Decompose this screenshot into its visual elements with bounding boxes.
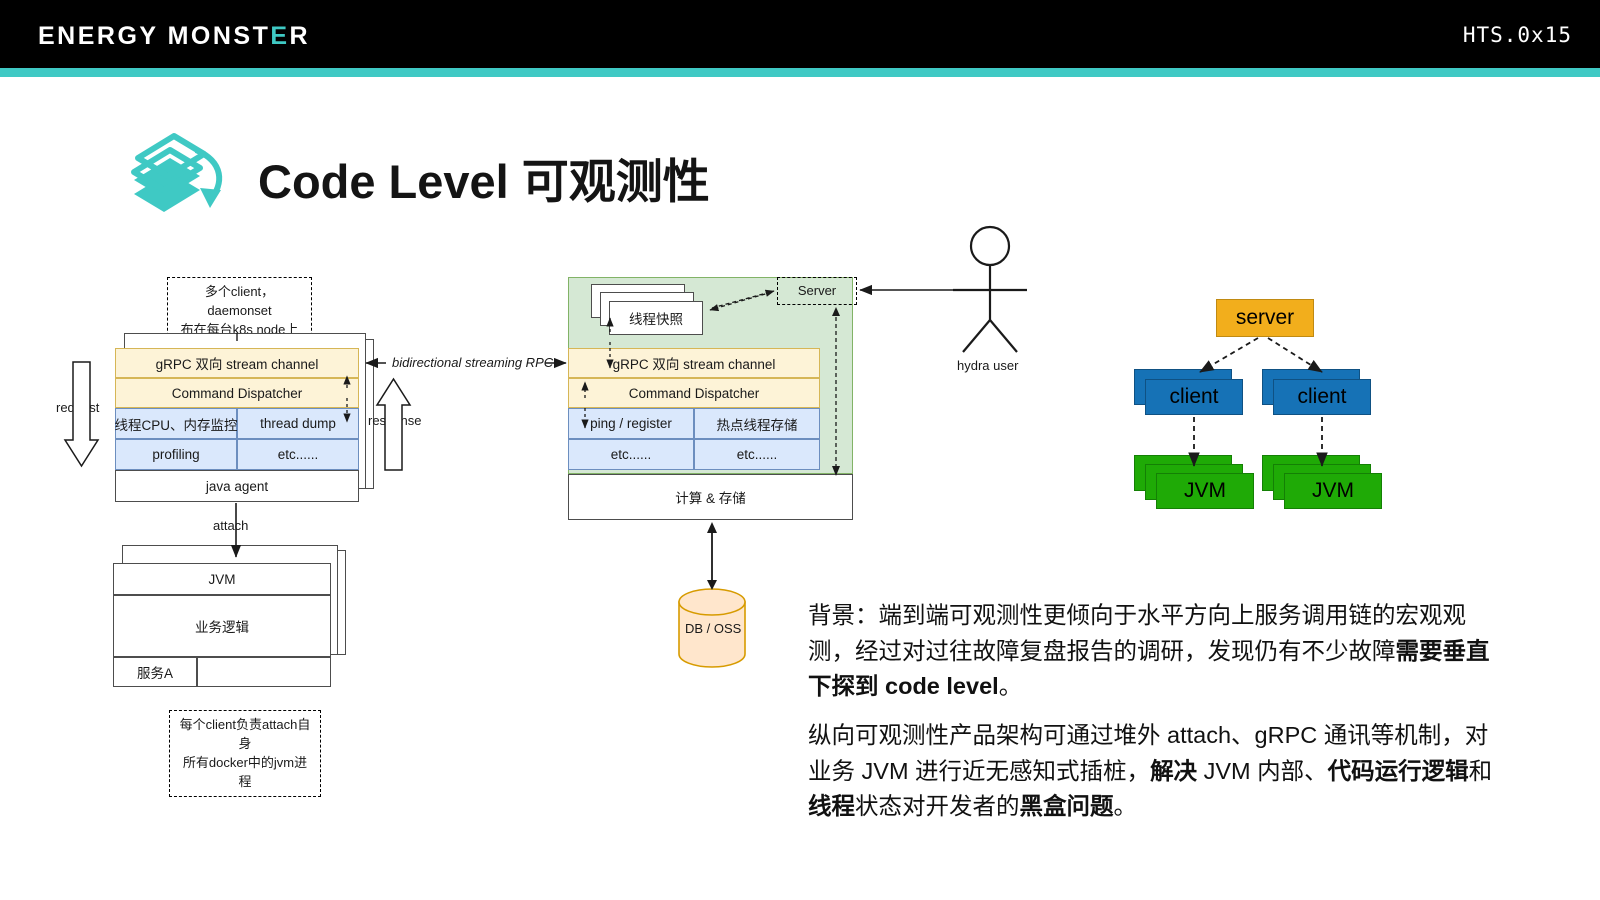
server-cell-hotthread-label: 热点线程存储	[716, 417, 798, 433]
paragraph-architecture: 纵向可观测性产品架构可通过堆外 attach、gRPC 通讯等机制，对业务 JV…	[808, 718, 1498, 825]
client-bottom-note-line1: 每个client负责attach自身	[179, 717, 311, 751]
hydra-user-figure	[953, 225, 1027, 353]
text-run-3: 代码运行逻辑	[1327, 757, 1469, 784]
server-cell-ping-label: ping / register	[590, 416, 672, 431]
logo-suffix: R	[289, 22, 311, 50]
topology-server: server	[1216, 299, 1314, 337]
client-cell-profiling-label: profiling	[152, 447, 200, 462]
server-cell-etc-left-label: etc......	[610, 447, 652, 462]
logo-prefix: ENERGY MONST	[38, 22, 271, 50]
jvm-service-cell: 服务A	[113, 657, 197, 687]
client-row-dispatcher-label: Command Dispatcher	[171, 385, 303, 401]
server-compute-label: 计算 & 存储	[675, 491, 746, 506]
server-row-dispatcher-label: Command Dispatcher	[628, 385, 760, 401]
server-row-grpc: gRPC 双向 stream channel	[568, 348, 820, 378]
client-top-note-line1: 多个client，daemonset	[204, 284, 275, 318]
actor-label: hydra user	[957, 358, 1019, 373]
client-cell-cpu: 线程CPU、内存监控	[114, 408, 238, 439]
client-row-javaagent-label: java agent	[205, 478, 269, 494]
topology-jvm-2: JVM	[1284, 473, 1382, 509]
client-cell-threaddump-label: thread dump	[260, 416, 336, 431]
page-title: Code Level 可观测性	[258, 155, 710, 208]
snapshot-card-front: 线程快照	[609, 301, 703, 335]
jvm-service-label: 服务A	[136, 666, 173, 681]
text-run-8: 。	[1113, 793, 1138, 820]
server-cell-hotthread: 热点线程存储	[694, 408, 820, 439]
slide-code: HTS.0x15	[1462, 23, 1572, 47]
client-cell-etc: etc......	[237, 439, 359, 470]
text-run-0: 背景：端到端可观测性更倾向于水平方向上服务调用链的宏观观测，经过对过往故障复盘报…	[808, 602, 1466, 664]
attach-label: attach	[213, 518, 249, 533]
client-row-javaagent: java agent	[115, 470, 359, 502]
jvm-title-row: JVM	[113, 563, 331, 595]
client-row-grpc: gRPC 双向 stream channel	[115, 348, 359, 378]
jvm-body-row: 业务逻辑	[113, 595, 331, 657]
server-cell-ping: ping / register	[568, 408, 694, 439]
client-cell-profiling: profiling	[115, 439, 237, 470]
client-cell-etc-label: etc......	[277, 447, 319, 462]
client-cell-threaddump: thread dump	[237, 408, 359, 439]
topology-server-label: server	[1235, 306, 1295, 329]
rpc-label: bidirectional streaming RPC	[392, 355, 554, 370]
client-cell-cpu-label: 线程CPU、内存监控	[114, 417, 238, 433]
topology-client-2-label: client	[1297, 385, 1347, 408]
server-row-grpc-label: gRPC 双向 stream channel	[612, 357, 776, 372]
topology-jvm-2-label: JVM	[1312, 479, 1354, 502]
server-cell-etc-left: etc......	[568, 439, 694, 470]
topology-jvm-1-label: JVM	[1184, 479, 1226, 502]
topology-client-2: client	[1273, 379, 1371, 415]
text-run-7: 黑盒问题	[1019, 793, 1114, 820]
paragraph-background: 背景：端到端可观测性更倾向于水平方向上服务调用链的宏观观测，经过对过往故障复盘报…	[808, 598, 1498, 705]
logo-accent-letter: E	[270, 22, 290, 50]
header-accent-bar	[0, 68, 1600, 77]
topology-client-1-label: client	[1169, 385, 1219, 408]
client-bottom-note-line2: 所有docker中的jvm进程	[182, 754, 308, 789]
db-label: DB / OSS	[685, 621, 742, 636]
server-tag: Server	[777, 277, 857, 305]
server-compute-row: 计算 & 存储	[568, 474, 853, 520]
client-bottom-note: 每个client负责attach自身 所有docker中的jvm进程	[169, 710, 321, 798]
server-row-dispatcher: Command Dispatcher	[568, 378, 820, 408]
brand-logo: ENERGY MONSTER	[38, 22, 310, 51]
text-run-5: 线程	[808, 793, 855, 820]
jvm-body-label: 业务逻辑	[195, 620, 249, 635]
jvm-title-label: JVM	[208, 571, 236, 587]
request-label: request	[56, 400, 100, 415]
server-cell-etc-right-label: etc......	[736, 447, 778, 462]
topology-jvm-1: JVM	[1156, 473, 1254, 509]
client-row-dispatcher: Command Dispatcher	[115, 378, 359, 408]
text-run-6: 状态对开发者的	[855, 793, 1020, 820]
text-run-4: 和	[1468, 757, 1493, 784]
client-row-grpc-label: gRPC 双向 stream channel	[155, 357, 319, 372]
jvm-service-empty-cell	[197, 657, 331, 687]
text-run-2: 。	[998, 673, 1023, 700]
response-label: response	[368, 413, 422, 428]
server-tag-label: Server	[797, 283, 837, 298]
topology-client-1: client	[1145, 379, 1243, 415]
stacked-layers-icon	[124, 128, 236, 218]
slide-header: ENERGY MONSTER HTS.0x15	[0, 0, 1600, 68]
snapshot-card-label: 线程快照	[629, 312, 683, 327]
text-run-2: JVM 内部、	[1197, 757, 1328, 784]
server-cell-etc-right: etc......	[694, 439, 820, 470]
text-run-1: 解决	[1150, 757, 1198, 784]
